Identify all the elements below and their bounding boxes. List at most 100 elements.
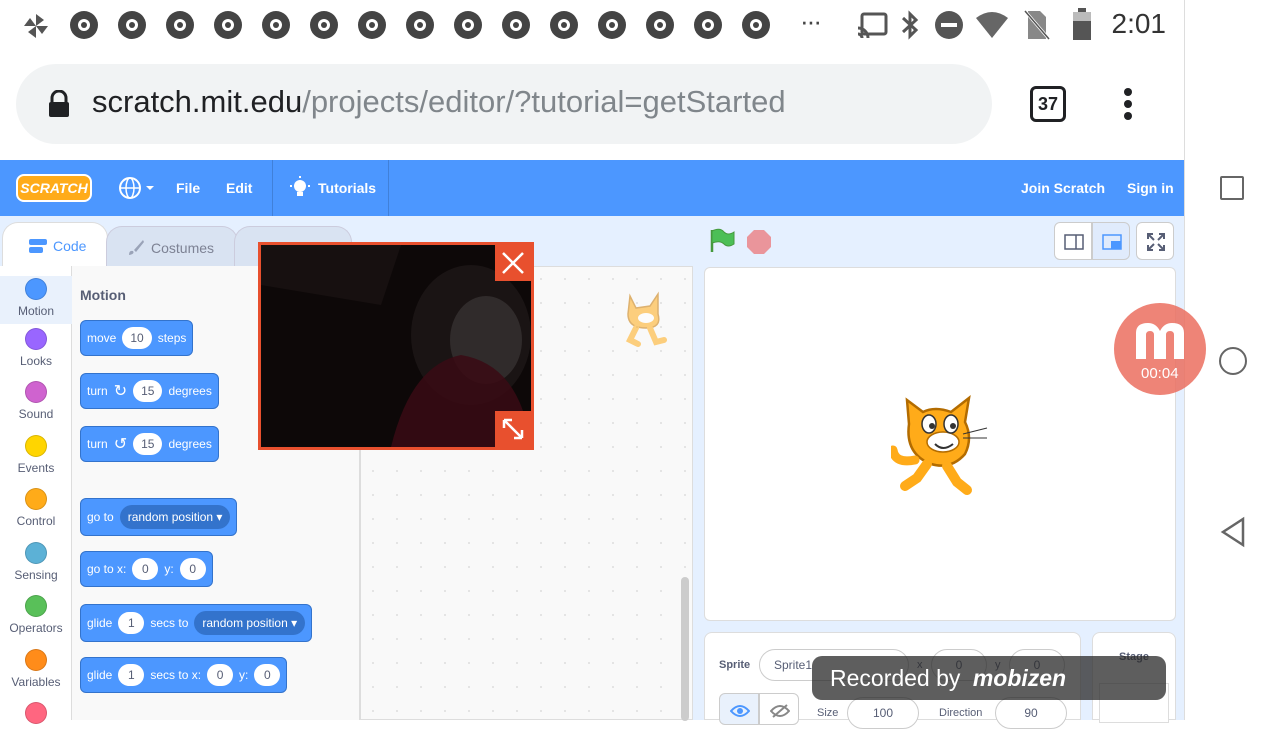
battery-icon: [1073, 8, 1091, 40]
glide-xy-block[interactable]: glide 1 secs to x: 0 y: 0: [80, 657, 288, 693]
eye-slash-icon: [770, 704, 790, 718]
category-looks[interactable]: Looks: [0, 328, 72, 368]
menu-divider: [272, 160, 273, 216]
degrees-input[interactable]: 15: [133, 380, 163, 402]
green-flag-button[interactable]: [708, 228, 736, 254]
home-button[interactable]: [1219, 347, 1247, 375]
menu-dot: [1124, 100, 1132, 108]
turn-right-block[interactable]: turn ↻ 15 degrees: [80, 373, 219, 409]
clock: 2:01: [1111, 8, 1167, 39]
move-block[interactable]: move 10 steps: [80, 320, 194, 356]
edit-menu[interactable]: Edit: [226, 180, 252, 196]
category-label: Sensing: [14, 568, 58, 582]
category-menu: Motion Looks Sound Events Control Sensin…: [0, 266, 72, 724]
mobizen-logo-icon: [1136, 323, 1184, 359]
direction-label: Direction: [939, 707, 983, 719]
category-sensing[interactable]: Sensing: [0, 542, 72, 582]
block-text: turn: [87, 437, 108, 451]
sign-in-link[interactable]: Sign in: [1127, 180, 1174, 196]
direction-input[interactable]: 90: [995, 697, 1067, 729]
chrome-icon: [502, 11, 530, 39]
tab-switcher-button[interactable]: 37: [1030, 86, 1066, 122]
turn-left-block[interactable]: turn ↺ 15 degrees: [80, 426, 219, 462]
close-icon: [502, 252, 524, 274]
large-stage-button[interactable]: [1092, 222, 1130, 260]
file-menu[interactable]: File: [176, 180, 200, 196]
secs-input[interactable]: 1: [118, 612, 145, 634]
glide-block[interactable]: glide 1 secs to random position ▾: [80, 604, 313, 642]
chrome-icon: [118, 11, 146, 39]
secs-input[interactable]: 1: [118, 664, 145, 686]
close-overlay-button[interactable]: [495, 245, 531, 281]
vertical-scrollbar[interactable]: [681, 577, 689, 721]
chrome-icon: [454, 11, 482, 39]
stage-canvas[interactable]: [704, 267, 1176, 621]
category-sound[interactable]: Sound: [0, 381, 72, 421]
chrome-icon: [694, 11, 722, 39]
motion-dot: [25, 278, 47, 300]
category-events[interactable]: Events: [0, 435, 72, 475]
rotate-left-icon: ↺: [113, 436, 128, 453]
tab-code-label: Code: [53, 238, 87, 254]
block-text: y:: [164, 562, 174, 576]
sprite-thumbnail-icon: [625, 291, 667, 347]
category-variables[interactable]: Variables: [0, 649, 72, 689]
fullscreen-icon: [1147, 233, 1165, 251]
chrome-icon: [262, 11, 290, 39]
join-scratch-link[interactable]: Join Scratch: [1021, 180, 1105, 196]
tab-costumes[interactable]: Costumes: [106, 226, 238, 266]
category-my-blocks[interactable]: [0, 702, 72, 728]
category-control[interactable]: Control: [0, 488, 72, 528]
glide-dropdown[interactable]: random position ▾: [194, 611, 306, 635]
no-sim-icon: [1024, 10, 1050, 40]
hide-sprite-button[interactable]: [759, 693, 799, 725]
small-stage-button[interactable]: [1054, 222, 1092, 260]
size-input[interactable]: 100: [847, 697, 919, 729]
goto-dropdown[interactable]: random position ▾: [119, 505, 231, 529]
chrome-icon: [70, 11, 98, 39]
fullscreen-button[interactable]: [1136, 222, 1174, 260]
url-text[interactable]: scratch.mit.edu/projects/editor/?tutoria…: [92, 84, 786, 120]
large-stage-icon: [1102, 234, 1122, 250]
cat-sprite-icon[interactable]: [891, 394, 991, 498]
scratch-logo[interactable]: SCRATCH: [16, 174, 92, 202]
globe-icon[interactable]: [118, 176, 158, 200]
camera-overlay[interactable]: [258, 242, 534, 450]
y-input[interactable]: 0: [254, 664, 281, 686]
category-motion[interactable]: Motion: [0, 276, 72, 324]
back-button[interactable]: [1219, 516, 1247, 548]
category-label: Looks: [19, 354, 53, 368]
rotate-right-icon: ↻: [113, 383, 128, 400]
goto-block[interactable]: go to random position ▾: [80, 498, 238, 536]
show-sprite-button[interactable]: [719, 693, 759, 725]
tutorials-menu[interactable]: Tutorials: [318, 180, 376, 196]
camera-feed-image: [261, 245, 531, 447]
steps-input[interactable]: 10: [122, 327, 152, 349]
lock-icon[interactable]: [46, 90, 72, 118]
address-bar[interactable]: scratch.mit.edu/projects/editor/?tutoria…: [16, 64, 992, 144]
goto-xy-block[interactable]: go to x: 0 y: 0: [80, 551, 213, 587]
y-input[interactable]: 0: [179, 558, 206, 580]
code-icon: [29, 239, 47, 253]
chrome-icon: [742, 11, 770, 39]
resize-overlay-button[interactable]: [495, 411, 531, 447]
category-label: Variables: [11, 675, 61, 689]
browser-menu-button[interactable]: [1112, 86, 1144, 122]
recorder-badge[interactable]: 00:04: [1114, 303, 1206, 395]
events-dot: [25, 435, 47, 457]
tab-code[interactable]: Code: [2, 222, 108, 268]
sound-dot: [25, 381, 47, 403]
recents-button[interactable]: [1220, 176, 1244, 200]
wifi-icon: [976, 12, 1008, 38]
stop-button[interactable]: [746, 229, 772, 255]
x-input[interactable]: 0: [132, 558, 159, 580]
degrees-input[interactable]: 15: [133, 433, 163, 455]
size-label: Size: [817, 707, 839, 719]
palette-heading: Motion: [80, 287, 126, 303]
category-operators[interactable]: Operators: [0, 595, 72, 635]
category-label: Events: [17, 461, 55, 475]
watermark-text: Recorded by: [830, 665, 961, 691]
recording-timer: 00:04: [1141, 365, 1179, 382]
chrome-icon: [646, 11, 674, 39]
x-input[interactable]: 0: [207, 664, 234, 686]
